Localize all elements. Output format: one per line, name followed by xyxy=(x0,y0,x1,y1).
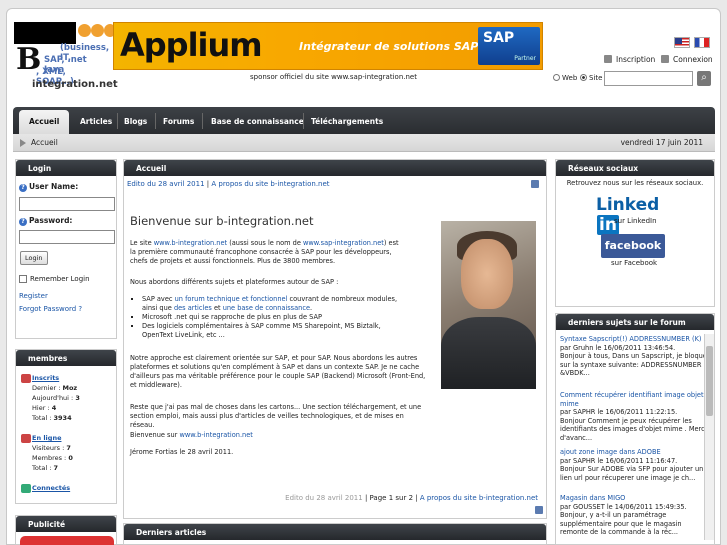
user-icon xyxy=(604,55,612,63)
tab-blogs[interactable]: Blogs xyxy=(119,114,152,129)
scroll-thumb xyxy=(706,346,713,416)
last-member: Dernier : Moz xyxy=(32,384,78,392)
sponsor-banner[interactable]: Applium Intégrateur de solutions SAP SAP… xyxy=(113,22,543,70)
yesterday-count: Hier : 4 xyxy=(32,404,57,412)
article-signature: Jérome Fortias le 28 avril 2011. xyxy=(130,448,234,456)
help-icon: ? xyxy=(19,218,27,226)
tab-telechargements[interactable]: Téléchargements xyxy=(306,114,388,129)
sap-partner-logo: SAP Partner xyxy=(478,27,540,65)
login-header: Login xyxy=(16,160,116,176)
tab-forums[interactable]: Forums xyxy=(158,114,199,129)
forum-scrollbar[interactable] xyxy=(704,334,714,540)
facebook-label[interactable]: sur Facebook xyxy=(611,259,657,267)
search-site-radio[interactable]: Site xyxy=(580,74,602,82)
logo-domain: integration.net xyxy=(32,79,118,90)
current-date: vendredi 17 juin 2011 xyxy=(620,138,703,147)
flag-en-icon[interactable] xyxy=(674,37,690,48)
author-photo xyxy=(441,221,536,389)
search-icon: ⌕ xyxy=(701,72,707,83)
breadcrumb-arrow-icon xyxy=(20,139,26,147)
login-button[interactable]: Login xyxy=(20,251,48,265)
today-count: Aujourd'hui : 3 xyxy=(32,394,80,402)
online-link[interactable]: En ligne xyxy=(32,434,61,442)
banner-brand: Applium xyxy=(120,26,263,64)
password-input[interactable] xyxy=(19,230,115,244)
article-list: SAP avec un forum technique et fonctionn… xyxy=(142,295,408,340)
inscrits-link[interactable]: Inscrits xyxy=(32,374,59,382)
visitors-count: Visiteurs : 7 xyxy=(32,444,71,452)
pub-header: Publicité xyxy=(16,516,116,532)
linkedin-label[interactable]: sur LinkedIn xyxy=(614,217,657,225)
article-heading: Bienvenue sur b-integration.net xyxy=(130,214,314,228)
list-item: Des logiciels complémentaires à SAP comm… xyxy=(142,322,408,340)
forum-topic: Syntaxe Sapscript(!) ADDRESSNUMBER (K) pa… xyxy=(560,335,707,377)
signup-link[interactable]: Inscription xyxy=(604,55,655,64)
facebook-logo[interactable]: facebook xyxy=(601,234,665,258)
banner-tagline: Intégrateur de solutions SAP xyxy=(299,40,479,53)
connected-icon xyxy=(21,484,31,493)
article-panel: Accueil Edito du 28 avril 2011 | A propo… xyxy=(123,159,547,519)
forum-topic: ajout zone image dans ADOBE par SAPHR le … xyxy=(560,448,704,482)
linkedin-logo[interactable]: Linkedin xyxy=(596,195,672,235)
social-intro: Retrouvez nous sur les réseaux sociaux. xyxy=(566,179,704,187)
social-panel: Réseaux sociaux Retrouvez nous sur les r… xyxy=(555,159,715,307)
print-icon[interactable] xyxy=(531,180,539,188)
tab-accueil[interactable]: Accueil xyxy=(19,110,70,134)
article-meta: Edito du 28 avril 2011 | A propos du sit… xyxy=(127,180,330,188)
latest-articles-panel: Derniers articles xyxy=(123,523,547,545)
logo-black-bar xyxy=(14,22,76,44)
article-para-5: Bienvenue sur www.b-integration.net xyxy=(130,431,253,439)
remember-checkbox[interactable] xyxy=(19,275,27,283)
pub-image[interactable] xyxy=(20,536,114,545)
about-link[interactable]: A propos du site b-integration.net xyxy=(211,180,329,188)
members-panel: membres xyxy=(15,349,117,504)
username-input[interactable] xyxy=(19,197,115,211)
search-input[interactable] xyxy=(604,71,693,86)
login-link[interactable]: Connexion xyxy=(661,55,713,64)
tab-base-connaissance[interactable]: Base de connaissance xyxy=(206,114,309,129)
forum-topic: Magasin dans MIGO par GOUSSET le 14/06/20… xyxy=(560,494,687,536)
search-button[interactable]: ⌕ xyxy=(697,71,711,86)
forum-topic: Comment récupérer identifiant image obje… xyxy=(560,391,707,442)
social-header: Réseaux sociaux xyxy=(556,160,714,176)
breadcrumb: Accueil vendredi 17 juin 2011 xyxy=(13,134,715,152)
register-link[interactable]: Register xyxy=(19,292,48,300)
members-header: membres xyxy=(16,350,116,366)
forum-header: derniers sujets sur le forum xyxy=(556,314,714,330)
rss-icon[interactable] xyxy=(535,506,543,514)
article-para-1: Le site www.b-integration.net (aussi sou… xyxy=(130,239,399,265)
help-icon: ? xyxy=(19,184,27,192)
article-para-3: Notre approche est clairement orientée s… xyxy=(130,354,426,389)
about-link[interactable]: A propos du site b-integration.net xyxy=(420,494,538,502)
logo-dot xyxy=(91,24,104,37)
total-count: Total : 3934 xyxy=(32,414,72,422)
list-item: SAP avec un forum technique et fonctionn… xyxy=(142,295,408,313)
password-label: ? Password: xyxy=(19,216,72,226)
logo-dot xyxy=(78,24,91,37)
breadcrumb-home[interactable]: Accueil xyxy=(31,138,58,147)
members-count: Membres : 0 xyxy=(32,454,73,462)
search-web-radio[interactable]: Web xyxy=(553,74,577,82)
flag-fr-icon[interactable] xyxy=(694,37,710,48)
online-total-count: Total : 7 xyxy=(32,464,59,472)
remember-label: Remember Login xyxy=(30,275,90,283)
article-para-4: Reste que j'ai pas mal de choses dans le… xyxy=(130,403,422,429)
article-para-2: Nous abordons différents sujets et plate… xyxy=(130,278,339,286)
site-logo[interactable]: B (business, IT, SAP, .net Java , XML, S… xyxy=(14,22,118,98)
latest-articles-header: Derniers articles xyxy=(124,524,546,540)
main-nav: Accueil Articles Blogs Forums Base de co… xyxy=(13,107,715,134)
sponsor-text: sponsor officiel du site www.sap-integra… xyxy=(250,73,417,81)
key-icon xyxy=(661,55,669,63)
article-header: Accueil xyxy=(124,160,546,176)
username-label: ? User Name: xyxy=(19,182,78,192)
forgot-password-link[interactable]: Forgot Password ? xyxy=(19,305,82,313)
tab-articles[interactable]: Articles xyxy=(75,114,117,129)
article-footer: Edito du 28 avril 2011 | Page 1 sur 2 | … xyxy=(285,494,538,502)
list-item: Microsoft .net qui se rapproche de plus … xyxy=(142,313,408,322)
group-icon xyxy=(21,434,31,443)
group-icon xyxy=(21,374,31,383)
connected-link[interactable]: Connectés xyxy=(32,484,70,492)
